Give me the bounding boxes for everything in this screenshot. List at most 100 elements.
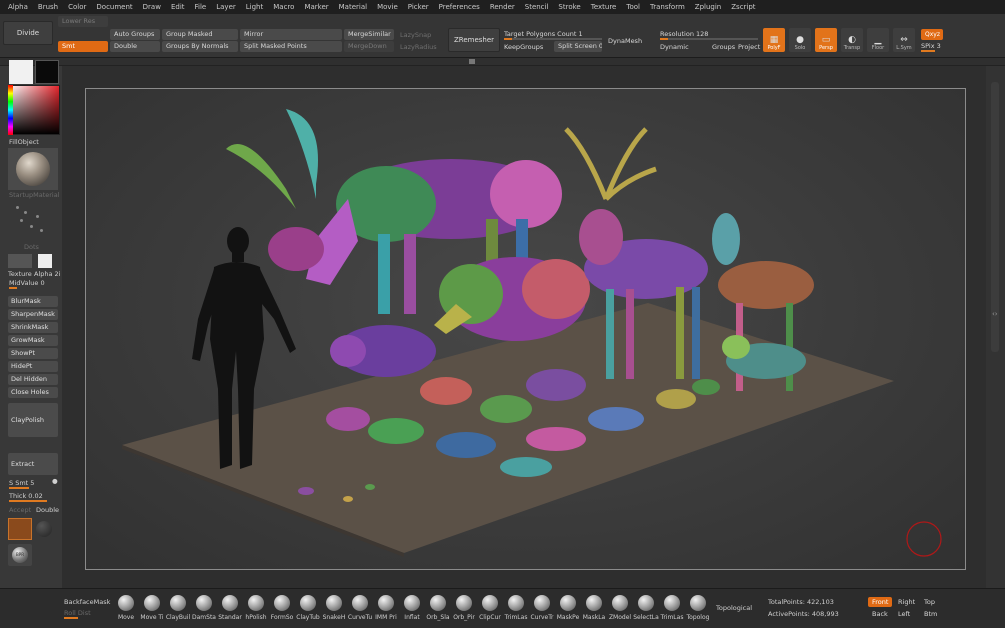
brush-slot[interactable]: Move	[114, 595, 138, 625]
target-polygons-track[interactable]	[504, 38, 602, 40]
lazy-snap-slider[interactable]: LazySnap	[400, 31, 431, 39]
auto-groups-button[interactable]: Auto Groups	[110, 29, 160, 40]
brush-slot[interactable]: hPolish	[244, 595, 268, 625]
topological-toggle[interactable]: Topological	[716, 604, 752, 612]
brush-slot[interactable]: TrimLas	[504, 595, 528, 625]
texture-swatch-icon[interactable]	[8, 518, 32, 540]
menu-item-zplugin[interactable]: Zplugin	[695, 3, 721, 11]
menu-item-stroke[interactable]: Stroke	[558, 3, 580, 11]
merge-similar-button[interactable]: MergeSimilar	[344, 29, 394, 40]
spix-slider[interactable]: SPix 3	[921, 42, 941, 50]
view-back-button[interactable]: Back	[868, 609, 892, 619]
menu-item-render[interactable]: Render	[490, 3, 515, 11]
brush-slot[interactable]: ClipCur	[478, 595, 502, 625]
dynamesh-button[interactable]: DynaMesh	[608, 37, 642, 45]
brush-slot[interactable]: SelectLa	[633, 595, 659, 625]
brush-slot[interactable]: TrimLas	[660, 595, 684, 625]
brush-slot[interactable]: FormSo	[270, 595, 294, 625]
material-slot[interactable]	[8, 148, 58, 190]
zremesher-button[interactable]: ZRemesher	[448, 28, 500, 52]
view-left-button[interactable]: Left	[894, 609, 914, 619]
menu-item-movie[interactable]: Movie	[377, 3, 398, 11]
blur-mask-button[interactable]: BlurMask	[8, 296, 58, 307]
split-masked-points-button[interactable]: Split Masked Points	[240, 41, 342, 52]
brush-slot[interactable]: MaskLa	[582, 595, 606, 625]
menu-item-alpha[interactable]: Alpha	[8, 3, 28, 11]
merge-down-button[interactable]: MergeDown	[344, 41, 394, 52]
menu-item-transform[interactable]: Transform	[650, 3, 685, 11]
menu-item-brush[interactable]: Brush	[38, 3, 58, 11]
brush-slot[interactable]: Inflat	[400, 595, 424, 625]
groups-by-normals-button[interactable]: Groups By Normals	[162, 41, 238, 52]
view-top-button[interactable]: Top	[920, 597, 939, 607]
secondary-color-swatch[interactable]	[35, 60, 59, 84]
fill-object-button[interactable]: FillObject	[9, 138, 39, 146]
project-toggle[interactable]: Project	[738, 43, 760, 51]
extract-button[interactable]: Extract	[8, 453, 58, 475]
brush-slot[interactable]: SnakeH	[322, 595, 346, 625]
document-canvas[interactable]	[85, 88, 966, 570]
menu-item-edit[interactable]: Edit	[171, 3, 185, 11]
expand-right-icon[interactable]: ‹›	[992, 310, 998, 318]
menu-item-color[interactable]: Color	[68, 3, 86, 11]
brush-slot[interactable]: MaskPe	[556, 595, 580, 625]
menu-item-marker[interactable]: Marker	[304, 3, 328, 11]
resolution-slider[interactable]: Resolution 128	[660, 30, 708, 38]
shelf-handle[interactable]	[469, 59, 475, 64]
grow-mask-button[interactable]: GrowMask	[8, 335, 58, 346]
menu-item-material[interactable]: Material	[339, 3, 367, 11]
texture-slot[interactable]	[8, 254, 32, 268]
mirror-button[interactable]: Mirror	[240, 29, 342, 40]
brush-slot[interactable]: ClayTub	[296, 595, 320, 625]
menu-item-tool[interactable]: Tool	[626, 3, 640, 11]
menu-item-document[interactable]: Document	[96, 3, 132, 11]
split-screen-slider[interactable]: Split Screen 0	[554, 41, 602, 52]
backface-mask-toggle[interactable]: BackfaceMask	[64, 598, 110, 606]
view-right-button[interactable]: Right	[894, 597, 919, 607]
double-toggle[interactable]: Double	[36, 506, 59, 514]
brush-slot[interactable]: ClayBuil	[166, 595, 190, 625]
menu-item-light[interactable]: Light	[246, 3, 263, 11]
lazy-radius-slider[interactable]: LazyRadius	[400, 43, 437, 51]
brush-slot[interactable]: CurveTu	[348, 595, 372, 625]
edit-marker-icon[interactable]	[906, 521, 942, 557]
floor-button[interactable]: ▁ Floor	[867, 28, 889, 52]
close-holes-button[interactable]: Close Holes	[8, 387, 58, 398]
view-btm-button[interactable]: Btm	[920, 609, 941, 619]
brush-slot[interactable]: Standar	[218, 595, 242, 625]
roll-dist-slider[interactable]: Roll Dist	[64, 609, 91, 617]
menu-item-stencil[interactable]: Stencil	[525, 3, 549, 11]
hide-pt-button[interactable]: HidePt	[8, 361, 58, 372]
accept-button[interactable]: Accept	[9, 506, 31, 514]
sharpen-mask-button[interactable]: SharpenMask	[8, 309, 58, 320]
show-pt-button[interactable]: ShowPt	[8, 348, 58, 359]
sphere-toggle-icon[interactable]	[36, 521, 52, 537]
menu-item-zscript[interactable]: Zscript	[731, 3, 755, 11]
right-scroll-rail[interactable]: ‹›	[986, 66, 1005, 588]
brush-slot[interactable]: Topolog	[686, 595, 710, 625]
clay-polish-button[interactable]: ClayPolish	[8, 403, 58, 437]
dynamic-toggle[interactable]: Dynamic	[660, 43, 689, 51]
menu-item-layer[interactable]: Layer	[216, 3, 236, 11]
keep-groups-toggle[interactable]: KeepGroups	[504, 43, 543, 51]
mid-value-slider[interactable]: MidValue 0	[9, 279, 45, 287]
primary-color-swatch[interactable]	[9, 60, 33, 84]
brush-slot[interactable]: Orb_Sla	[426, 595, 450, 625]
menu-item-file[interactable]: File	[195, 3, 207, 11]
hue-strip[interactable]	[8, 85, 13, 135]
s-smt-slider[interactable]: S Smt 5	[9, 479, 34, 487]
viewport[interactable]	[62, 66, 986, 588]
lower-res-button[interactable]: Lower Res	[58, 16, 108, 27]
brush-slot[interactable]: IMM Pri	[374, 595, 398, 625]
menu-item-picker[interactable]: Picker	[408, 3, 429, 11]
brush-slot[interactable]: ZModel	[608, 595, 632, 625]
qxyz-button[interactable]: Qxyz	[921, 29, 943, 40]
menu-item-preferences[interactable]: Preferences	[439, 3, 480, 11]
brush-slot[interactable]: Move Ti	[140, 595, 164, 625]
target-polygons-slider[interactable]: Target Polygons Count 1	[504, 30, 583, 38]
menu-item-macro[interactable]: Macro	[273, 3, 294, 11]
resolution-track[interactable]	[660, 38, 758, 40]
brush-slot[interactable]: CurveTr	[530, 595, 554, 625]
persp-button[interactable]: ▭ Persp	[815, 28, 837, 52]
divide-button[interactable]: Divide	[3, 21, 53, 45]
